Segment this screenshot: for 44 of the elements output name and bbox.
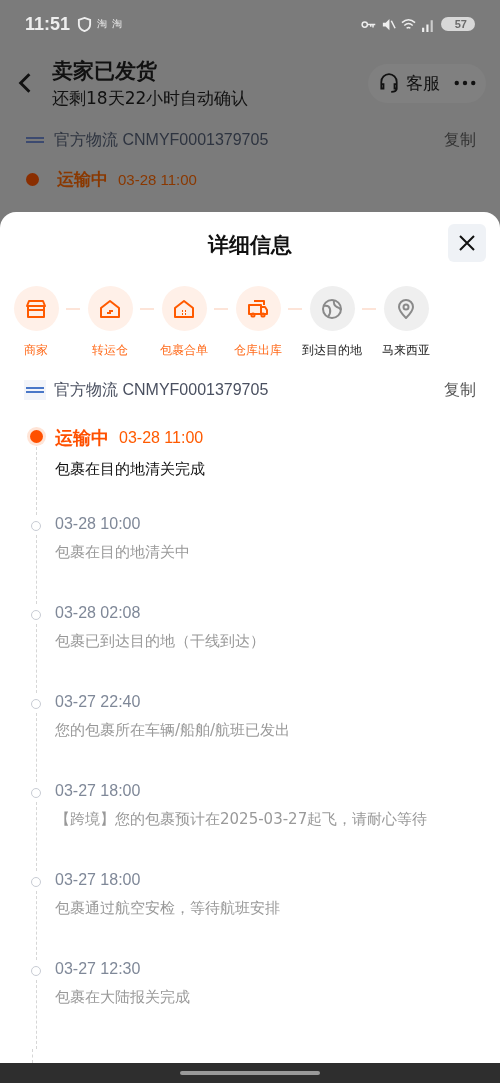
headset-icon (378, 72, 400, 94)
event-time: 03-27 18:00 (55, 782, 141, 800)
step-label: 商家 (24, 343, 48, 358)
event-description: 包裹在目的地清关完成 (55, 460, 205, 479)
event-time: 03-28 02:08 (55, 604, 141, 622)
shield-icon (77, 16, 93, 32)
event-description: 您的包裹所在车辆/船舶/航班已发出 (55, 721, 291, 740)
event-description: 包裹在大陆报关完成 (55, 988, 190, 1007)
event-description: 包裹通过航空安检，等待航班安排 (55, 899, 280, 918)
customer-service-button[interactable]: 客服 (378, 71, 440, 95)
sheet-title: 详细信息 (208, 232, 292, 259)
app-notification-icon: 淘 (112, 17, 123, 31)
carrier-logo-icon (24, 380, 46, 400)
status-time: 11:51 (25, 13, 71, 35)
wifi-icon (400, 16, 416, 32)
auto-confirm-text: 还剩18天22小时自动确认 (52, 86, 250, 110)
copy-button[interactable]: 复制 (444, 129, 476, 151)
event-time: 03-27 18:00 (55, 871, 141, 889)
status-label: 运输中 (55, 426, 109, 450)
back-icon[interactable] (18, 72, 32, 94)
event-description: 包裹在目的地清关中 (55, 543, 190, 562)
app-notification-icon: 淘 (97, 17, 108, 31)
event-time: 03-28 10:00 (55, 515, 141, 533)
more-icon[interactable] (454, 80, 476, 86)
event-time: 03-28 11:00 (118, 171, 197, 188)
status-label: 运输中 (57, 168, 108, 191)
step-label: 转运仓 (92, 343, 128, 358)
step-label: 到达目的地 (302, 343, 362, 358)
copy-button[interactable]: 复制 (444, 379, 476, 401)
event-description: 【跨境】您的包裹预计在2025-03-27起飞，请耐心等待 (55, 810, 428, 829)
event-description: 包裹已到达目的地（干线到达） (55, 632, 265, 651)
step-label: 包裹合单 (160, 343, 208, 358)
tracking-number: 官方物流 CNMYF0001379705 (54, 129, 270, 150)
event-time: 03-28 11:00 (119, 429, 204, 447)
event-time: 03-27 22:40 (55, 693, 141, 711)
battery-indicator: 57 (440, 17, 475, 31)
event-time: 03-27 12:30 (55, 960, 141, 978)
close-icon (457, 233, 477, 253)
close-button[interactable] (448, 224, 486, 262)
step-label: 仓库出库 (234, 343, 282, 358)
tracking-number: 官方物流 CNMYF0001379705 (54, 379, 270, 400)
timeline-dot-icon (26, 173, 39, 186)
step-label: 马来西亚 (382, 343, 430, 358)
order-status-title: 卖家已发货 (52, 57, 158, 85)
